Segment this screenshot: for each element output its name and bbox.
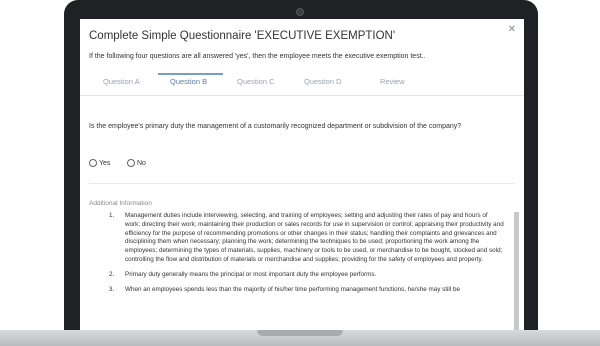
- question-tabs: Question A Question B Question C Questio…: [80, 73, 524, 95]
- close-icon[interactable]: ✕: [508, 25, 516, 35]
- tab-review[interactable]: Review: [380, 77, 405, 86]
- laptop-base-notch: [257, 330, 343, 336]
- list-item-text: When an employees spends less than the m…: [125, 285, 460, 293]
- additional-info-heading: Additional Information: [89, 200, 152, 207]
- list-item-number: 2.: [109, 270, 115, 278]
- no-radio-option[interactable]: No: [127, 157, 146, 169]
- questionnaire-dialog: ✕ Complete Simple Questionnaire 'EXECUTI…: [80, 19, 524, 332]
- no-radio-button[interactable]: [127, 159, 135, 167]
- webcam-icon: [296, 8, 304, 16]
- question-text: Is the employee's primary duty the manag…: [89, 123, 462, 130]
- list-item-text: Management duties include interviewing, …: [125, 212, 504, 263]
- no-label: No: [137, 159, 146, 167]
- tab-question-c[interactable]: Question C: [237, 77, 275, 86]
- additional-info-list: 1. Management duties include interviewin…: [89, 212, 514, 300]
- tab-question-b[interactable]: Question B: [170, 77, 207, 86]
- tab-question-d[interactable]: Question D: [304, 77, 342, 86]
- dialog-title: Complete Simple Questionnaire 'EXECUTIVE…: [89, 30, 396, 42]
- list-item: 1. Management duties include interviewin…: [89, 212, 514, 265]
- yes-label: Yes: [99, 159, 111, 167]
- section-divider: [89, 183, 515, 184]
- list-item: 3. When an employees spends less than th…: [89, 286, 514, 295]
- scrollbar-thumb[interactable]: [514, 212, 519, 332]
- list-item-number: 3.: [109, 285, 115, 293]
- tab-question-a[interactable]: Question A: [103, 77, 140, 86]
- additional-info-panel[interactable]: 1. Management duties include interviewin…: [89, 212, 519, 332]
- dialog-subtitle: If the following four questions are all …: [89, 53, 426, 60]
- tabs-divider: [80, 95, 524, 96]
- list-item-text: Primary duty generally means the princip…: [125, 270, 377, 278]
- active-tab-indicator: [158, 73, 223, 75]
- yes-radio-option[interactable]: Yes: [89, 157, 110, 169]
- yes-radio-button[interactable]: [89, 159, 97, 167]
- list-item: 2. Primary duty generally means the prin…: [89, 271, 514, 280]
- list-item-number: 1.: [109, 212, 115, 219]
